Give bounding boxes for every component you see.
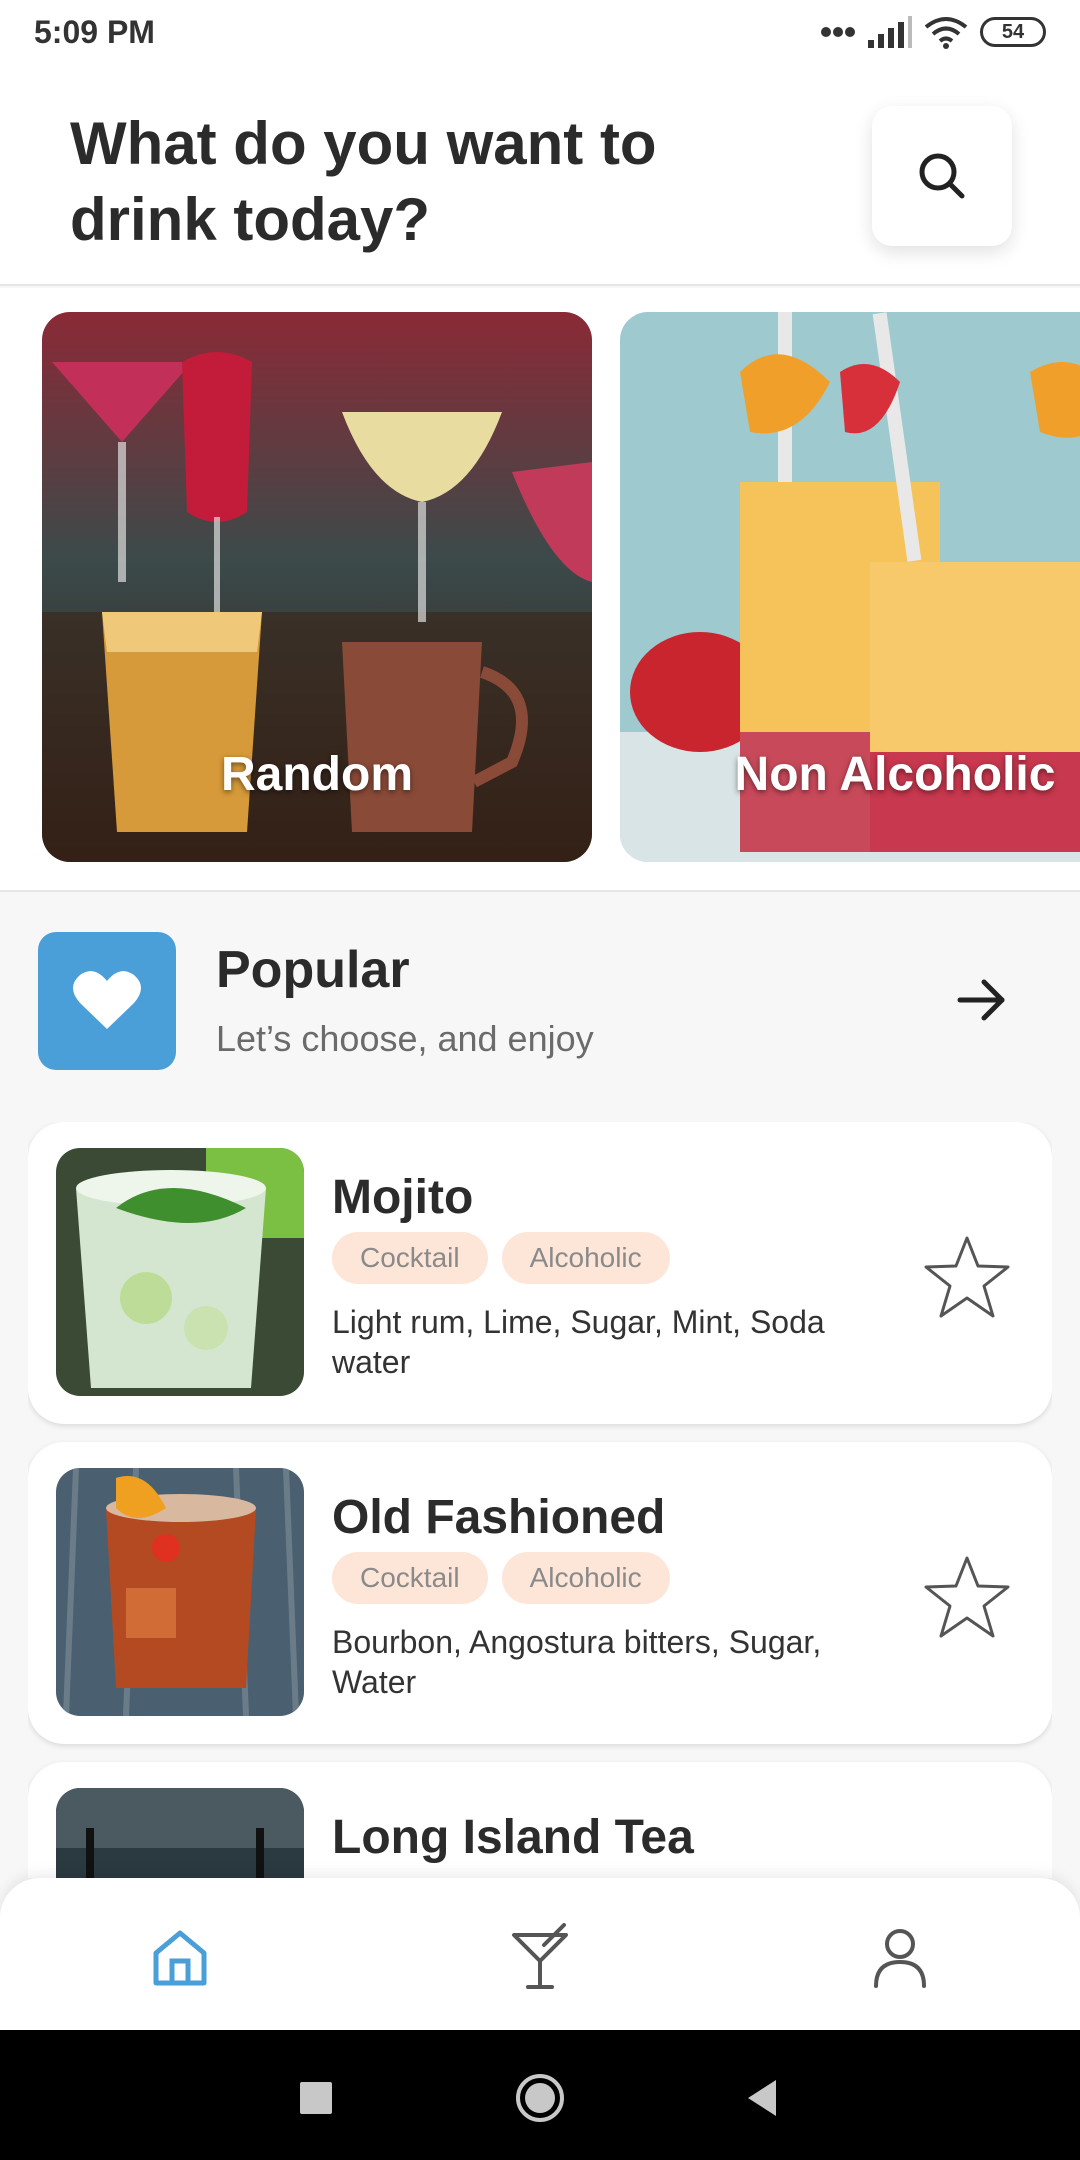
popular-section[interactable]: Popular Let’s choose, and enjoy	[38, 932, 1042, 1072]
battery-icon: 54	[980, 17, 1046, 47]
nav-home[interactable]	[140, 1918, 220, 1998]
tag-alcoholic: Alcoholic	[501, 1232, 670, 1284]
popular-subtitle: Let’s choose, and enjoy	[216, 1018, 594, 1059]
category-card-non-alcoholic[interactable]: Non Alcoholic	[620, 312, 1080, 862]
cocktail-icon	[512, 1923, 568, 1989]
favorite-star-icon[interactable]	[922, 1552, 1012, 1642]
drink-ingredients: Bourbon, Angostura bitters, Sugar, Water	[332, 1624, 822, 1700]
drink-ingredients: Light rum, Lime, Sugar, Mint, Soda water	[332, 1304, 825, 1380]
drink-tags: Cocktail Alcoholic	[332, 1552, 670, 1604]
drink-thumbnail	[56, 1148, 304, 1396]
drink-thumbnail	[56, 1788, 304, 1878]
tag-alcoholic: Alcoholic	[501, 1552, 670, 1604]
nav-cocktails[interactable]	[500, 1918, 580, 1998]
recent-apps-icon[interactable]	[288, 2070, 344, 2126]
favorite-star-icon[interactable]	[922, 1232, 1012, 1322]
drink-name: Mojito	[332, 1171, 474, 1224]
back-icon[interactable]	[736, 2070, 792, 2126]
status-icons: 54	[820, 14, 1046, 50]
drink-thumbnail	[56, 1468, 304, 1716]
tag-category: Cocktail	[332, 1232, 488, 1284]
long-island-image	[56, 1788, 304, 1878]
search-button[interactable]	[872, 106, 1012, 246]
page-title: What do you want to drink today?	[70, 110, 657, 253]
profile-icon	[874, 1929, 926, 1988]
category-carousel[interactable]: Random Non Alcoholic	[0, 288, 1080, 892]
drink-name: Old Fashioned	[332, 1491, 666, 1544]
search-icon	[919, 153, 965, 199]
bottom-navigation	[0, 1878, 1080, 2030]
drink-name: Long Island Tea	[332, 1811, 694, 1864]
old-fashioned-image	[56, 1468, 304, 1716]
signal-icon	[868, 16, 912, 48]
category-card-random[interactable]: Random	[42, 312, 592, 862]
tag-category: Cocktail	[332, 1552, 488, 1604]
status-time: 5:09 PM	[34, 14, 155, 50]
popular-title: Popular	[216, 941, 410, 999]
drink-card-long-island-tea[interactable]: Long Island Tea	[28, 1762, 1052, 1878]
status-bar: 5:09 PM 54	[0, 0, 1080, 66]
category-label: Random	[221, 748, 413, 801]
drink-card-mojito[interactable]: Mojito Cocktail Alcoholic Light rum, Lim…	[28, 1122, 1052, 1424]
arrow-right-icon[interactable]	[952, 970, 1012, 1030]
heart-icon-tile	[38, 932, 176, 1070]
system-navigation-bar	[0, 2030, 1080, 2160]
drink-list[interactable]: Mojito Cocktail Alcoholic Light rum, Lim…	[28, 1122, 1052, 1878]
heart-icon	[73, 971, 141, 1029]
home-button-icon[interactable]	[512, 2070, 568, 2126]
home-icon	[153, 1930, 207, 1986]
battery-level: 54	[1001, 20, 1025, 43]
wifi-icon	[924, 17, 968, 49]
dots-icon	[821, 27, 855, 37]
drink-tags: Cocktail Alcoholic	[332, 1232, 670, 1284]
mojito-image	[56, 1148, 304, 1396]
category-label: Non Alcoholic	[734, 748, 1056, 801]
nav-profile[interactable]	[860, 1918, 940, 1998]
drink-card-old-fashioned[interactable]: Old Fashioned Cocktail Alcoholic Bourbon…	[28, 1442, 1052, 1744]
header: What do you want to drink today?	[0, 66, 1080, 286]
